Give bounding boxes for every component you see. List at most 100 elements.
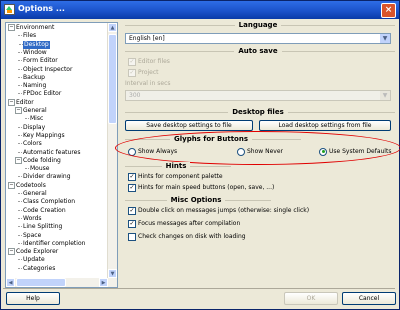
tree-item[interactable]: Colors: [18, 140, 42, 148]
radio-use-system-defaults[interactable]: Use System Defaults: [319, 147, 391, 156]
tree-item[interactable]: Misc: [25, 115, 44, 123]
misc-double-click-checkbox[interactable]: ✓ Double click on messages jumps (otherwi…: [128, 206, 309, 215]
tree-item[interactable]: Code Creation: [18, 206, 66, 215]
misc-focus-messages-checkbox[interactable]: ✓ Focus messages after compilation: [128, 219, 240, 228]
tree-item-label: Desktop: [24, 40, 49, 48]
tree-item[interactable]: Files: [18, 32, 36, 40]
editor-files-checkbox[interactable]: ✓ Editor files: [128, 57, 170, 66]
tree-item[interactable]: Display: [18, 123, 46, 132]
tree-connector: [18, 76, 22, 78]
tree-connector: [18, 126, 22, 128]
tree-item-label: Code folding: [23, 156, 61, 164]
tree-item[interactable]: − Code folding: [15, 156, 61, 165]
interval-label: Interval in secs: [125, 80, 171, 87]
tree-item[interactable]: − Codetools: [8, 181, 46, 190]
load-desktop-settings-button[interactable]: Load desktop settings from file: [259, 120, 391, 131]
tree-item-label: Form Editor: [23, 57, 58, 65]
tree-item-label: Categories: [23, 264, 56, 272]
chevron-down-icon[interactable]: ▼: [380, 34, 390, 43]
footer-divider: [3, 288, 395, 289]
checkbox-icon: ✓: [128, 68, 136, 77]
save-desktop-settings-button[interactable]: Save desktop settings to file: [125, 120, 253, 131]
tree-item-label: Display: [23, 123, 46, 131]
tree-connector: [18, 134, 22, 136]
tree-collapse-icon[interactable]: −: [8, 98, 15, 106]
checkbox-icon: [128, 232, 136, 241]
scroll-thumb[interactable]: [108, 34, 117, 124]
tree-horizontal-scrollbar[interactable]: ◀ ▶: [6, 278, 108, 287]
tree-item[interactable]: Mouse: [25, 165, 49, 173]
tree-item[interactable]: Backup: [18, 74, 45, 82]
tree-item[interactable]: − Environment: [8, 24, 54, 32]
tree-item[interactable]: Categories: [18, 264, 56, 273]
tree-item[interactable]: FPDoc Editor: [18, 90, 62, 98]
tree-item-label: Code Creation: [23, 206, 66, 214]
language-select[interactable]: English [en] ▼: [125, 33, 391, 44]
tree-item[interactable]: Line Splitting: [18, 223, 62, 231]
tree-item-label: FPDoc Editor: [23, 90, 62, 98]
tree-connector: [18, 176, 22, 178]
tree-item[interactable]: − General: [15, 107, 47, 115]
scroll-right-icon[interactable]: ▶: [99, 278, 108, 287]
options-tree[interactable]: − Environment Files Desktop Window Form Edito…: [5, 22, 118, 288]
radio-icon: [237, 147, 245, 156]
interval-value: 300: [129, 92, 141, 99]
tree-connector: [18, 201, 22, 203]
tree-collapse-icon[interactable]: −: [8, 24, 15, 31]
tree-item-label: Divider drawing: [23, 173, 71, 181]
chevron-down-icon[interactable]: ▼: [380, 91, 390, 100]
close-button[interactable]: ×: [381, 3, 396, 18]
tree-item[interactable]: Space: [18, 231, 42, 240]
tree-item[interactable]: General: [18, 190, 47, 198]
tree-item-label: Identifier completion: [23, 239, 86, 247]
cancel-button[interactable]: Cancel: [342, 292, 396, 305]
title-bar[interactable]: Options ... ×: [1, 1, 399, 19]
tree-collapse-icon[interactable]: −: [8, 181, 15, 189]
tree-item-label: Automatic features: [23, 148, 81, 156]
language-section-title: Language: [121, 20, 395, 30]
hint-component-palette-checkbox[interactable]: ✓ Hints for component palette: [128, 172, 223, 181]
tree-connector: [18, 234, 22, 236]
radio-show-always[interactable]: Show Always: [128, 147, 177, 156]
tree-item-label: Space: [23, 231, 42, 239]
tree-connector: [25, 118, 29, 120]
tree-item[interactable]: Object Inspector: [18, 66, 72, 74]
hint-speed-buttons-checkbox[interactable]: ✓ Hints for main speed buttons (open, sav…: [128, 183, 274, 192]
hscroll-thumb[interactable]: [16, 278, 66, 287]
interval-select[interactable]: 300 ▼: [125, 90, 391, 101]
radio-icon: [128, 147, 136, 156]
app-icon: [4, 4, 15, 15]
tree-connector: [18, 68, 22, 70]
ok-button[interactable]: OK: [284, 292, 338, 305]
tree-collapse-icon[interactable]: −: [8, 248, 15, 256]
tree-item[interactable]: Key Mappings: [18, 132, 65, 140]
checkbox-icon: ✓: [128, 57, 136, 66]
misc-check-changes-checkbox[interactable]: Check changes on disk with loading: [128, 232, 246, 241]
tree-collapse-icon[interactable]: −: [15, 107, 22, 114]
tree-item[interactable]: Form Editor: [18, 57, 58, 65]
tree-collapse-icon[interactable]: −: [15, 156, 22, 164]
tree-vertical-scrollbar[interactable]: ▲ ▼: [107, 23, 117, 287]
tree-item[interactable]: Divider drawing: [18, 173, 71, 181]
project-checkbox[interactable]: ✓ Project: [128, 68, 159, 77]
help-button[interactable]: Help: [6, 292, 60, 305]
tree-item[interactable]: Desktop: [19, 40, 50, 49]
tree-item[interactable]: Class Completion: [18, 198, 75, 206]
scroll-up-icon[interactable]: ▲: [108, 23, 117, 32]
tree-item-label: Code Explorer: [16, 248, 59, 256]
scroll-left-icon[interactable]: ◀: [6, 278, 15, 287]
tree-item[interactable]: Identifier completion: [18, 239, 86, 248]
tree-item-label: Misc: [30, 115, 44, 123]
scroll-down-icon[interactable]: ▼: [108, 269, 117, 278]
tree-item[interactable]: Window: [18, 49, 47, 57]
tree-item[interactable]: Update: [18, 256, 45, 264]
language-value: English [en]: [129, 35, 165, 42]
tree-item[interactable]: Naming: [18, 82, 46, 90]
tree-connector: [18, 35, 22, 37]
tree-item[interactable]: − Code Explorer: [8, 248, 58, 256]
tree-item[interactable]: Words: [18, 215, 42, 223]
tree-item-label: General: [23, 190, 47, 197]
tree-item[interactable]: Automatic features: [18, 148, 81, 157]
radio-show-never[interactable]: Show Never: [237, 147, 283, 156]
tree-item[interactable]: − Editor: [8, 98, 34, 107]
